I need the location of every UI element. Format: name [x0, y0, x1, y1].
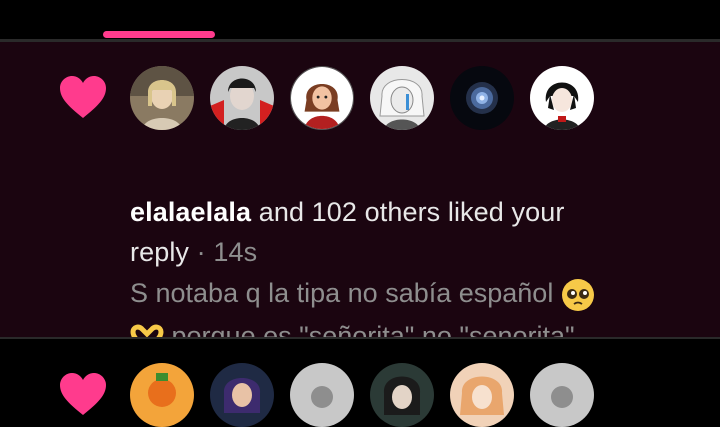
top-bar: [0, 0, 720, 40]
heart-icon: [60, 76, 106, 118]
avatar[interactable]: [210, 363, 274, 427]
notification-text: elalaelala and 102 others liked your rep…: [130, 192, 700, 272]
heart-icon: [60, 373, 106, 415]
active-tab-indicator: [103, 31, 215, 38]
avatar[interactable]: [210, 66, 274, 130]
object-text[interactable]: reply: [130, 237, 189, 267]
reply-text-line1: S notaba q la tipa no sabía español: [130, 278, 554, 308]
avatar[interactable]: [530, 66, 594, 130]
username-link[interactable]: elalaelala: [130, 197, 251, 227]
avatar[interactable]: [450, 363, 514, 427]
avatar[interactable]: [290, 363, 354, 427]
avatar[interactable]: [290, 66, 354, 130]
avatar[interactable]: [130, 66, 194, 130]
avatar[interactable]: [370, 363, 434, 427]
notification-card[interactable]: elalaelala and 102 others liked your rep…: [0, 41, 720, 352]
avatar[interactable]: [370, 66, 434, 130]
pleading-face-icon: [561, 278, 594, 311]
separator: ·: [196, 237, 206, 267]
timestamp: 14s: [213, 237, 258, 267]
next-notification[interactable]: [0, 339, 720, 427]
action-text: and 102 others liked your: [258, 197, 565, 227]
avatar[interactable]: [530, 363, 594, 427]
avatar[interactable]: [450, 66, 514, 130]
avatar[interactable]: [130, 363, 194, 427]
